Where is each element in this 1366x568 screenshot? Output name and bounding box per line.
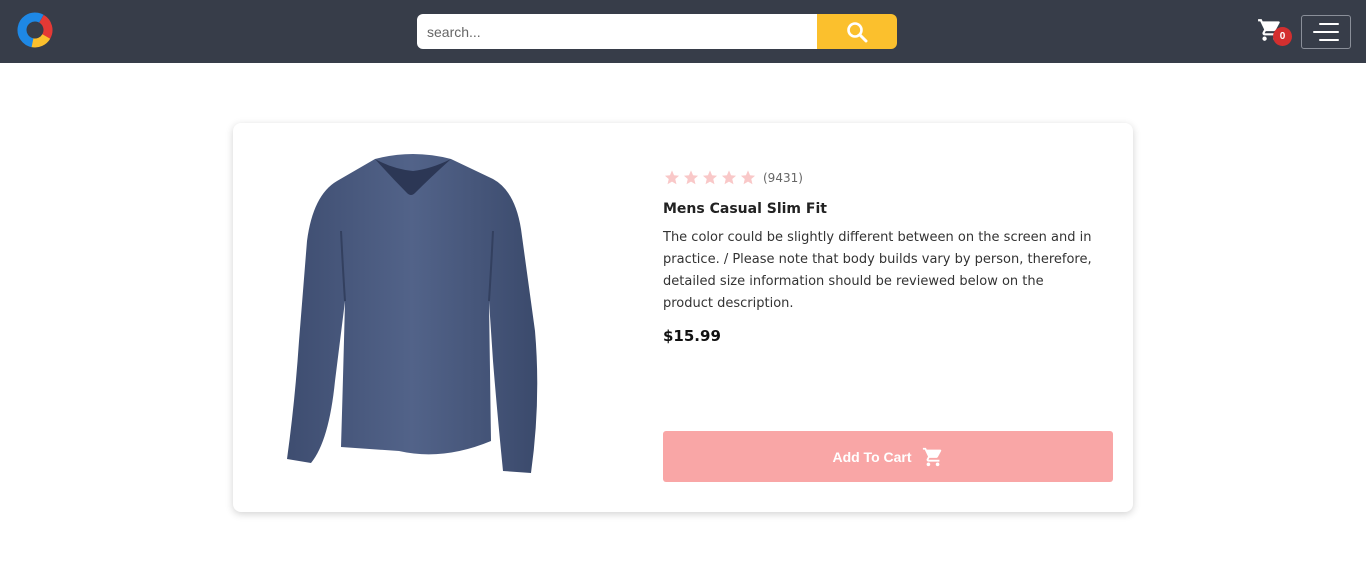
product-title: Mens Casual Slim Fit: [663, 201, 827, 217]
hamburger-menu-button[interactable]: [1301, 15, 1351, 49]
cart-count-badge: 0: [1273, 27, 1292, 46]
product-description: The color could be slightly different be…: [663, 230, 1092, 311]
search-button[interactable]: [817, 14, 897, 49]
search-icon: [847, 21, 868, 42]
search-bar: [417, 14, 897, 49]
hamburger-menu-icon: [1319, 39, 1339, 41]
product-price: $15.99: [663, 327, 721, 345]
long-sleeve-shirt-image: [287, 154, 538, 473]
product-rating: (9431): [663, 169, 803, 186]
rating-count: (9431): [763, 170, 803, 185]
top-navbar: 0: [0, 0, 1366, 63]
star-icon: [664, 170, 680, 185]
product-card: (9431) Mens Casual Slim Fit The color co…: [233, 123, 1133, 512]
star-icon: [683, 170, 699, 185]
donut-logo-icon[interactable]: [17, 12, 53, 48]
hamburger-menu-icon: [1319, 23, 1339, 25]
cart-icon: [922, 447, 941, 466]
star-icon: [702, 170, 718, 185]
star-rating: [663, 169, 757, 186]
cart-button[interactable]: 0: [1257, 17, 1293, 47]
search-input[interactable]: [417, 14, 817, 49]
hamburger-menu-icon: [1313, 31, 1339, 33]
add-to-cart-button[interactable]: Add To Cart: [663, 431, 1113, 482]
star-icon: [721, 170, 737, 185]
add-to-cart-label: Add To Cart: [832, 448, 912, 465]
star-icon: [740, 170, 756, 185]
